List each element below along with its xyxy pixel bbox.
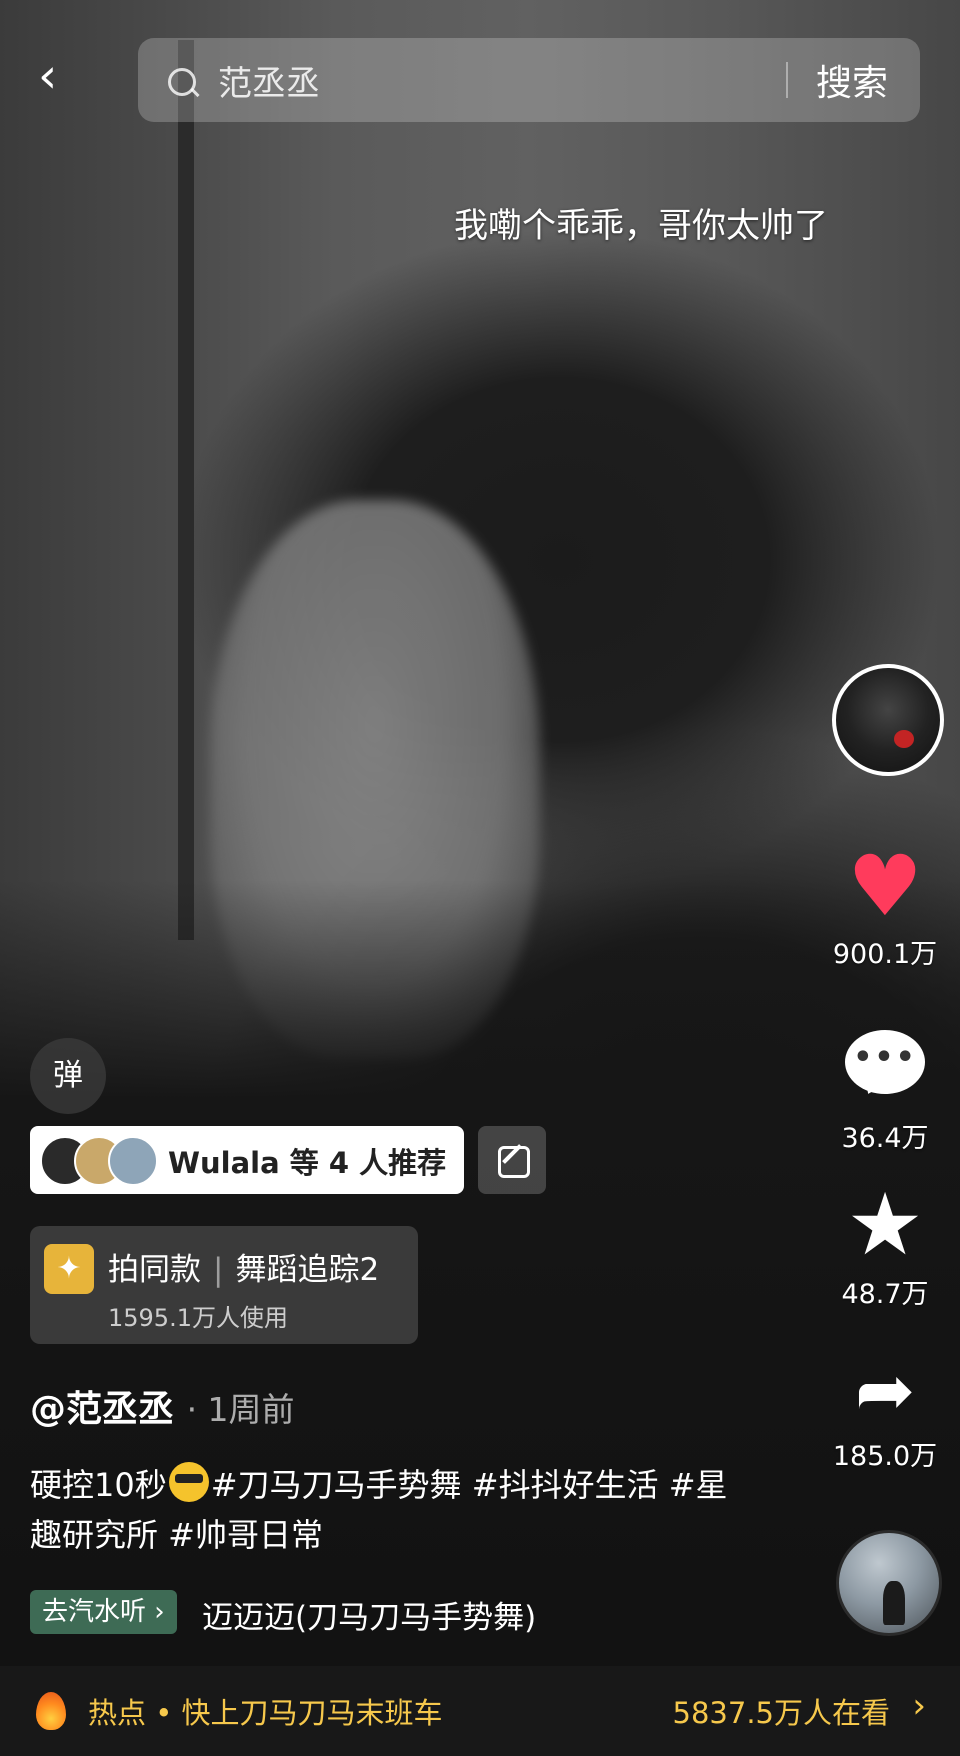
- search-divider: [786, 62, 788, 98]
- sunglasses-emoji-icon: [168, 1462, 209, 1502]
- chevron-right-icon: ›: [912, 1686, 926, 1726]
- effect-name: 舞蹈追踪2: [235, 1252, 380, 1288]
- recommender-avatars: [40, 1136, 160, 1186]
- effect-separator: |: [213, 1252, 224, 1288]
- music-listen-button[interactable]: 去汽水听 ›: [30, 1590, 177, 1634]
- author-avatar[interactable]: [832, 664, 944, 776]
- recommender-avatar: [108, 1136, 158, 1186]
- author-name[interactable]: @范丞丞: [30, 1389, 174, 1430]
- share-count: 185.0万: [832, 1441, 938, 1472]
- hot-topic-label: 热点 • 快上刀马刀马末班车: [88, 1696, 443, 1730]
- back-arrow-icon[interactable]: ‹: [38, 52, 78, 100]
- music-title[interactable]: 迈迈迈(刀马刀马手势舞): [202, 1592, 536, 1637]
- search-icon: [168, 68, 196, 96]
- danmu-toggle-button[interactable]: 弹: [30, 1038, 106, 1114]
- top-search-bar: ‹ 范丞丞 搜索: [0, 34, 960, 124]
- like-count: 900.1万: [832, 939, 938, 970]
- music-disc-figure: [883, 1581, 905, 1625]
- effect-card[interactable]: ✦ 拍同款 | 舞蹈追踪2 1595.1万人使用: [30, 1226, 418, 1344]
- hot-topic-count: 5837.5万人在看: [672, 1696, 890, 1730]
- fire-icon: [36, 1692, 66, 1730]
- recommend-bar[interactable]: Wulala 等 4 人推荐: [30, 1126, 464, 1194]
- favorite-count: 48.7万: [841, 1279, 929, 1310]
- comment-bubble-icon: •••: [845, 1030, 925, 1094]
- comment-button[interactable]: ••• 36.4万: [810, 1016, 960, 1155]
- hot-topic-bar[interactable]: 热点 • 快上刀马刀马末班车 5837.5万人在看 ›: [0, 1666, 960, 1756]
- rose-icon: [894, 730, 914, 748]
- edit-button[interactable]: [478, 1126, 546, 1194]
- recommend-text: Wulala 等 4 人推荐: [168, 1146, 447, 1180]
- comment-count: 36.4万: [841, 1123, 929, 1154]
- effect-title: 拍同款: [108, 1252, 201, 1288]
- share-arrow-icon: ➦: [854, 1348, 916, 1432]
- search-button[interactable]: 搜索: [816, 54, 888, 106]
- music-disc-icon[interactable]: [836, 1530, 942, 1636]
- search-input[interactable]: 范丞丞 搜索: [138, 38, 920, 122]
- star-icon: ★: [846, 1175, 924, 1275]
- effect-title-row: 拍同款 | 舞蹈追踪2: [108, 1244, 379, 1289]
- favorite-button[interactable]: ★ 48.7万: [810, 1182, 960, 1311]
- effect-usage: 1595.1万人使用: [108, 1304, 288, 1332]
- post-caption: 硬控10秒 #刀马刀马手势舞 #抖抖好生活 #星趣研究所 #帅哥日常: [30, 1460, 730, 1560]
- heart-icon: ♥: [847, 837, 923, 935]
- sparkle-icon: ✦: [44, 1244, 94, 1294]
- like-button[interactable]: ♥ 900.1万: [810, 844, 960, 971]
- danmu-comment: 我嘞个乖乖，哥你太帅了: [454, 206, 828, 246]
- post-time: · 1周前: [186, 1390, 295, 1429]
- author-row: @范丞丞 · 1周前: [30, 1380, 295, 1432]
- video-scene-wall-edge: [178, 40, 194, 940]
- search-query-text: 范丞丞: [218, 64, 320, 104]
- share-button[interactable]: ➦ 185.0万: [810, 1350, 960, 1473]
- caption-text: 硬控10秒: [30, 1466, 167, 1504]
